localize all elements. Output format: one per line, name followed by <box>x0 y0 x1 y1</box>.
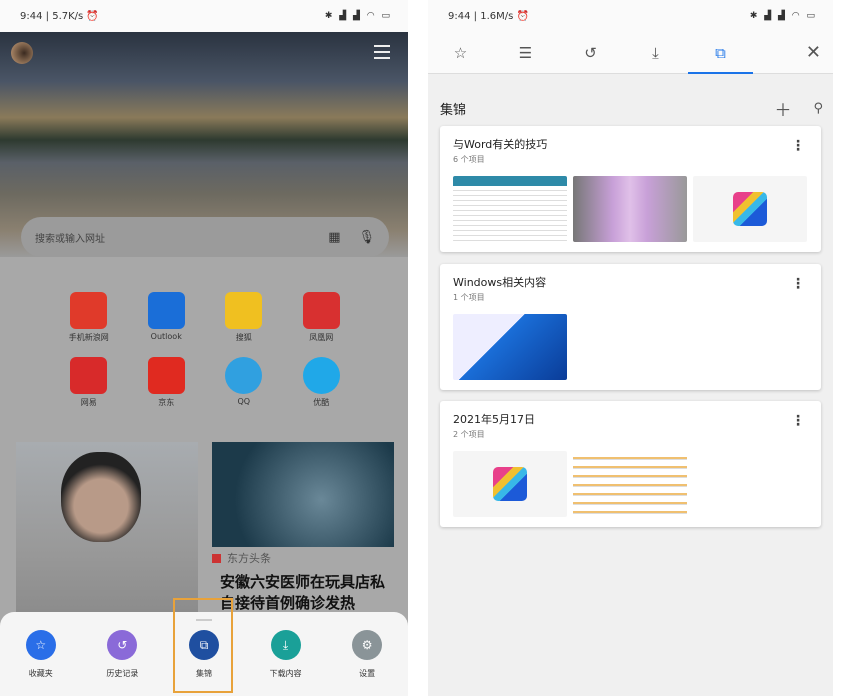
action-label: 设置 <box>359 669 376 678</box>
page-title: 集锦 <box>440 103 467 118</box>
thumbnail[interactable] <box>693 176 807 242</box>
shortcut-label: 手机新浪网 <box>68 333 109 342</box>
netease-icon <box>70 357 108 394</box>
news-card-image[interactable] <box>212 442 394 547</box>
shortcut-label: 搜狐 <box>235 333 252 342</box>
tab-collections[interactable]: ⧉ <box>688 32 753 74</box>
collection-card[interactable]: 2021年5月17日 2 个项目 ⋮ <box>440 401 821 527</box>
shortcut-label: QQ <box>237 397 251 406</box>
collections-icon: ⧉ <box>715 43 726 62</box>
add-icon[interactable]: ＋ <box>774 96 791 121</box>
status-bar: 9:44 | 5.7K/s ⏰ ✱ ▟ ▟ ◠ ▭ <box>0 0 408 32</box>
shortcut-netease[interactable]: 网易 <box>50 357 128 408</box>
mic-icon[interactable]: 🎙 <box>358 230 375 245</box>
shortcut-qq[interactable]: QQ <box>205 357 283 408</box>
more-options-icon[interactable]: ⋮ <box>791 276 805 292</box>
network-speed: 5.7K/s <box>52 10 84 22</box>
favorites-button[interactable]: ☆ 收藏夹 <box>11 630 71 696</box>
highlight-box <box>173 598 233 693</box>
thumbnail[interactable] <box>453 314 567 380</box>
app-logo-icon <box>493 467 527 501</box>
collections-header: 集锦 ＋ ⚲ <box>440 96 823 121</box>
more-options-icon[interactable]: ⋮ <box>791 138 805 154</box>
more-options-icon[interactable]: ⋮ <box>791 413 805 429</box>
thumbnail[interactable] <box>453 176 567 242</box>
history-icon: ↺ <box>584 43 597 62</box>
download-icon: ⤓ <box>270 630 301 660</box>
news-headline[interactable]: 安徽六安医师在玩具店私自接待首例确诊发热 <box>212 572 394 614</box>
avatar[interactable] <box>11 42 33 64</box>
tab-favorites[interactable]: ☆ <box>428 32 493 74</box>
collection-card[interactable]: 与Word有关的技巧 6 个项目 ⋮ <box>440 126 821 252</box>
star-icon: ☆ <box>25 630 56 660</box>
collection-title: 与Word有关的技巧 <box>453 138 548 151</box>
news-source: 东方头条 <box>227 552 271 565</box>
collection-title: 2021年5月17日 <box>453 413 535 426</box>
star-icon: ☆ <box>453 43 468 62</box>
shortcut-label: 京东 <box>158 398 175 407</box>
collection-count: 6 个项目 <box>453 155 485 164</box>
news-source-icon <box>212 553 221 563</box>
shortcut-label: Outlook <box>150 332 182 341</box>
network-speed: 1.6M/s <box>480 10 514 22</box>
qr-code-icon[interactable]: ▦ <box>328 230 340 245</box>
hub-tabs: ☆ ☰ ↺ ⤓ ⧉ ✕ <box>428 32 833 74</box>
search-icon[interactable]: ⚲ <box>813 101 823 116</box>
status-time: 9:44 <box>448 10 471 22</box>
shortcut-label: 优酷 <box>313 398 330 407</box>
download-icon: ⤓ <box>652 43 659 62</box>
tab-history[interactable]: ↺ <box>558 32 623 74</box>
news-card-text[interactable]: 东方头条 安徽六安医师在玩具店私自接待首例确诊发热 <box>212 550 394 614</box>
status-bar: 9:44 | 1.6M/s ⏰ ✱ ▟ ▟ ◠ ▭ <box>428 0 833 32</box>
tab-downloads[interactable]: ⤓ <box>623 32 688 74</box>
collection-title: Windows相关内容 <box>453 276 547 289</box>
action-label: 下载内容 <box>269 669 302 678</box>
youku-icon <box>302 357 340 394</box>
history-button[interactable]: ↺ 历史记录 <box>92 630 152 696</box>
shortcut-outlook[interactable]: Outlook <box>128 292 206 343</box>
sina-icon <box>70 292 108 329</box>
phone-collections: 9:44 | 1.6M/s ⏰ ✱ ▟ ▟ ◠ ▭ ☆ ☰ ↺ ⤓ ⧉ ✕ 集锦… <box>428 0 833 696</box>
close-icon[interactable]: ✕ <box>806 42 821 63</box>
thumbnail[interactable] <box>573 451 687 517</box>
history-icon: ↺ <box>107 630 138 660</box>
status-icons: ✱ ▟ ▟ ◠ ▭ <box>749 11 817 21</box>
shortcut-label: 凤凰网 <box>309 333 334 342</box>
shortcut-sina[interactable]: 手机新浪网 <box>50 292 128 343</box>
qq-icon <box>225 357 263 394</box>
phone-browser-home: 9:44 | 5.7K/s ⏰ ✱ ▟ ▟ ◠ ▭ 搜索或输入网址 ▦ 🎙 手机… <box>0 0 408 696</box>
downloads-button[interactable]: ⤓ 下载内容 <box>256 630 316 696</box>
shortcut-ifeng[interactable]: 凤凰网 <box>283 292 361 343</box>
shortcut-youku[interactable]: 优酷 <box>283 357 361 408</box>
status-icons: ✱ ▟ ▟ ◠ ▭ <box>324 11 392 21</box>
action-label: 收藏夹 <box>28 669 53 678</box>
shortcut-label: 网易 <box>80 398 97 407</box>
reading-list-icon: ☰ <box>518 43 533 62</box>
gear-icon: ⚙ <box>352 630 383 660</box>
collection-count: 2 个项目 <box>453 430 485 439</box>
shortcut-sohu[interactable]: 搜狐 <box>205 292 283 343</box>
hamburger-menu-icon[interactable] <box>374 45 390 59</box>
news-card-image[interactable] <box>16 442 198 622</box>
collection-card[interactable]: Windows相关内容 1 个项目 ⋮ <box>440 264 821 390</box>
thumbnail[interactable] <box>453 451 567 517</box>
settings-button[interactable]: ⚙ 设置 <box>337 630 397 696</box>
person-photo <box>61 452 141 542</box>
search-input[interactable]: 搜索或输入网址 ▦ 🎙 <box>21 217 389 257</box>
tab-reading-list[interactable]: ☰ <box>493 32 558 74</box>
outlook-icon <box>147 292 185 329</box>
status-time: 9:44 <box>20 10 43 22</box>
search-placeholder: 搜索或输入网址 <box>35 233 105 245</box>
jd-icon <box>147 357 185 394</box>
ifeng-icon <box>302 292 340 329</box>
action-label: 历史记录 <box>106 669 139 678</box>
shortcut-jd[interactable]: 京东 <box>128 357 206 408</box>
thumbnail[interactable] <box>573 176 687 242</box>
collection-count: 1 个项目 <box>453 293 485 302</box>
shortcut-grid: 手机新浪网 Outlook 搜狐 凤凰网 网易 京东 QQ 优酷 <box>50 292 360 408</box>
sohu-icon <box>225 292 263 329</box>
app-logo-icon <box>733 192 767 226</box>
